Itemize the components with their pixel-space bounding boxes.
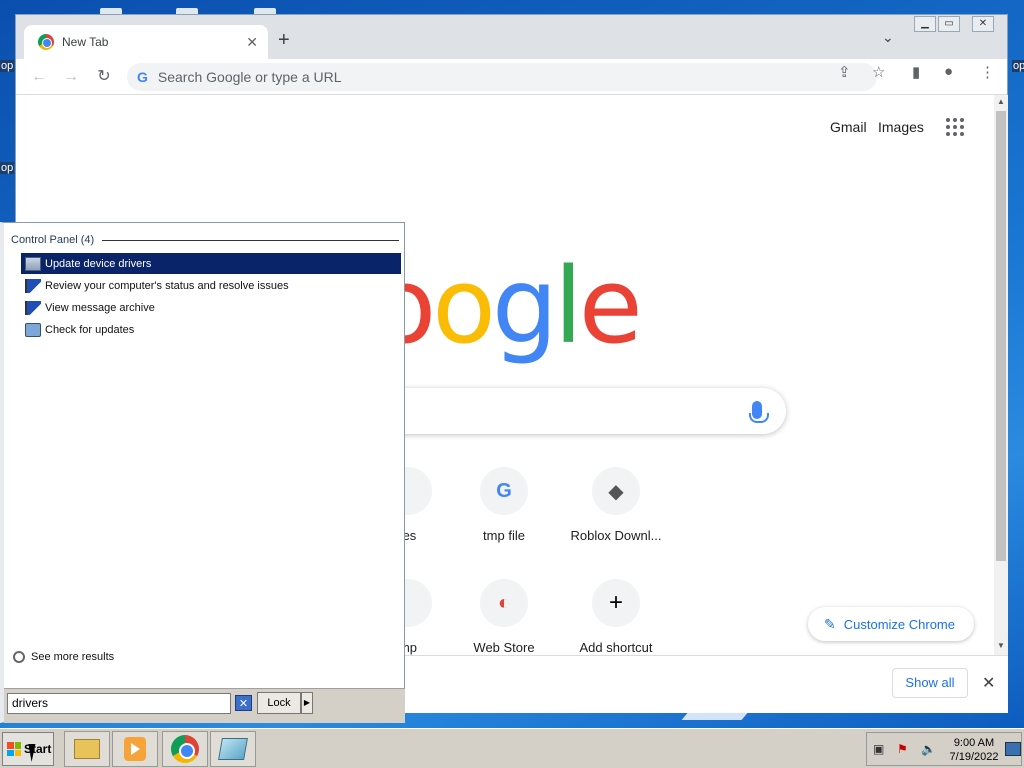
toolbar: ← → ↻ G Search Google or type a URL ⇪ ☆ … (16, 59, 1007, 95)
device-manager-icon (25, 256, 41, 271)
see-more-results-link[interactable]: See more results (13, 651, 114, 663)
result-update-device-drivers[interactable]: Update device drivers (21, 253, 401, 274)
side-panel-icon[interactable]: ▮ (912, 63, 920, 81)
images-link[interactable]: Images (878, 119, 924, 135)
shortcut-label: Roblox Downl... (570, 528, 662, 543)
clock-time: 9:00 AM (953, 737, 995, 749)
chrome-icon (38, 34, 54, 50)
scroll-thumb[interactable] (996, 111, 1006, 561)
windows-logo-icon (7, 742, 21, 756)
logo-letter: e (578, 245, 643, 367)
taskbar: Start ▣ ⚑ 🔈 9:00 AM 7/19/2022 (0, 728, 1024, 768)
close-window-button[interactable]: ✕ (972, 16, 994, 32)
roblox-icon: ◆ (592, 467, 640, 515)
system-tray: ▣ ⚑ 🔈 9:00 AM 7/19/2022 (866, 732, 1022, 766)
action-center-alert-icon[interactable]: ⚑ (897, 742, 913, 756)
start-menu-bottom-bar: drivers ✕ Lock ▶ (4, 688, 405, 723)
tab-new-tab[interactable]: New Tab ✕ (24, 25, 268, 59)
customize-label: Customize Chrome (843, 616, 955, 632)
folder-icon (74, 739, 100, 759)
taskbar-media-player[interactable] (112, 731, 158, 767)
maximize-button[interactable]: ▭ (938, 16, 960, 32)
desktop-icon-label[interactable]: op (0, 60, 15, 72)
gmail-link[interactable]: Gmail (830, 119, 867, 135)
shortcut-label: Add shortcut (579, 640, 653, 655)
logo-letter: l (553, 245, 583, 367)
taskbar-explorer[interactable] (64, 731, 110, 767)
media-player-icon (124, 737, 146, 761)
shortcut-label: tmp file (483, 528, 525, 543)
minimize-button[interactable]: ▁ (914, 16, 936, 32)
show-desktop-icon[interactable] (1005, 742, 1021, 756)
microphone-icon[interactable] (749, 401, 769, 423)
magnifier-icon (13, 651, 25, 663)
close-tab-icon[interactable]: ✕ (246, 34, 258, 51)
menu-dots-icon[interactable]: ⋮ (980, 63, 995, 81)
see-more-label: See more results (31, 651, 115, 663)
network-icon[interactable]: ▣ (873, 742, 889, 756)
plus-icon: + (592, 579, 640, 627)
tab-strip: New Tab ✕ + ⌄ ▁ ▭ ✕ (16, 15, 1007, 59)
result-view-message-archive[interactable]: View message archive (21, 297, 401, 318)
forward-arrow-icon[interactable]: → (60, 66, 82, 88)
action-center-flag-icon (25, 278, 41, 293)
shortcut-tile[interactable]: ◐ Web Store (448, 579, 560, 655)
search-group-title: Control Panel (4) (11, 234, 399, 246)
page-scrollbar[interactable]: ▲ ▼ (994, 95, 1008, 655)
clock-date: 7/19/2022 (949, 751, 999, 763)
close-download-bar-icon[interactable]: ✕ (982, 673, 995, 693)
shortcut-tile[interactable]: G tmp file (448, 467, 560, 543)
new-tab-button[interactable]: + (278, 29, 290, 52)
omnibox[interactable]: G Search Google or type a URL (127, 63, 877, 91)
power-options-arrow-icon[interactable]: ▶ (301, 692, 313, 714)
shortcut-label: Web Store (473, 640, 535, 655)
tab-search-chevron-icon[interactable]: ⌄ (882, 29, 894, 46)
result-label: Check for updates (45, 323, 135, 336)
start-menu: Control Panel (4) Update device drivers … (0, 222, 405, 723)
logo-letter: g (491, 245, 558, 367)
scroll-up-icon[interactable]: ▲ (997, 97, 1005, 106)
tab-title: New Tab (62, 35, 109, 49)
result-label: Update device drivers (45, 257, 152, 270)
bookmark-star-icon[interactable]: ☆ (872, 63, 885, 81)
desktop-icon-label[interactable]: op (0, 162, 15, 174)
clear-search-icon[interactable]: ✕ (235, 695, 252, 711)
result-review-status[interactable]: Review your computer's status and resolv… (21, 275, 401, 296)
scroll-down-icon[interactable]: ▼ (997, 641, 1005, 650)
pencil-icon: ✎ (824, 615, 836, 632)
desktop-icon-label[interactable]: op (1012, 60, 1024, 72)
volume-icon[interactable]: 🔈 (921, 742, 937, 756)
action-center-flag-icon (25, 300, 41, 315)
lock-button[interactable]: Lock (257, 692, 301, 714)
google-g-icon: G (137, 69, 148, 85)
result-label: Review your computer's status and resolv… (45, 279, 289, 292)
windows-update-icon (25, 322, 41, 337)
profile-icon[interactable]: ● (944, 63, 953, 80)
customize-chrome-button[interactable]: ✎ Customize Chrome (808, 607, 974, 641)
share-icon[interactable]: ⇪ (838, 63, 851, 81)
notes-icon (218, 738, 248, 760)
logo-letter: o (432, 245, 496, 367)
web-store-icon: ◐ (480, 579, 528, 627)
taskbar-notes[interactable] (210, 731, 256, 767)
google-apps-icon[interactable] (946, 118, 964, 136)
show-all-button[interactable]: Show all (892, 668, 968, 698)
start-button[interactable]: Start (2, 732, 54, 766)
taskbar-chrome[interactable] (162, 731, 208, 767)
omnibox-placeholder: Search Google or type a URL (157, 69, 342, 85)
clock[interactable]: 9:00 AM 7/19/2022 (945, 736, 1003, 764)
google-g-icon: G (480, 467, 528, 515)
chrome-icon (171, 735, 199, 763)
reload-icon[interactable]: ↻ (93, 66, 115, 88)
back-arrow-icon[interactable]: ← (28, 66, 50, 88)
result-check-for-updates[interactable]: Check for updates (21, 319, 401, 340)
result-label: View message archive (45, 301, 155, 314)
add-shortcut-tile[interactable]: + Add shortcut (560, 579, 672, 655)
shortcut-tile[interactable]: ◆ Roblox Downl... (560, 467, 672, 543)
start-search-input[interactable]: drivers (7, 693, 231, 714)
